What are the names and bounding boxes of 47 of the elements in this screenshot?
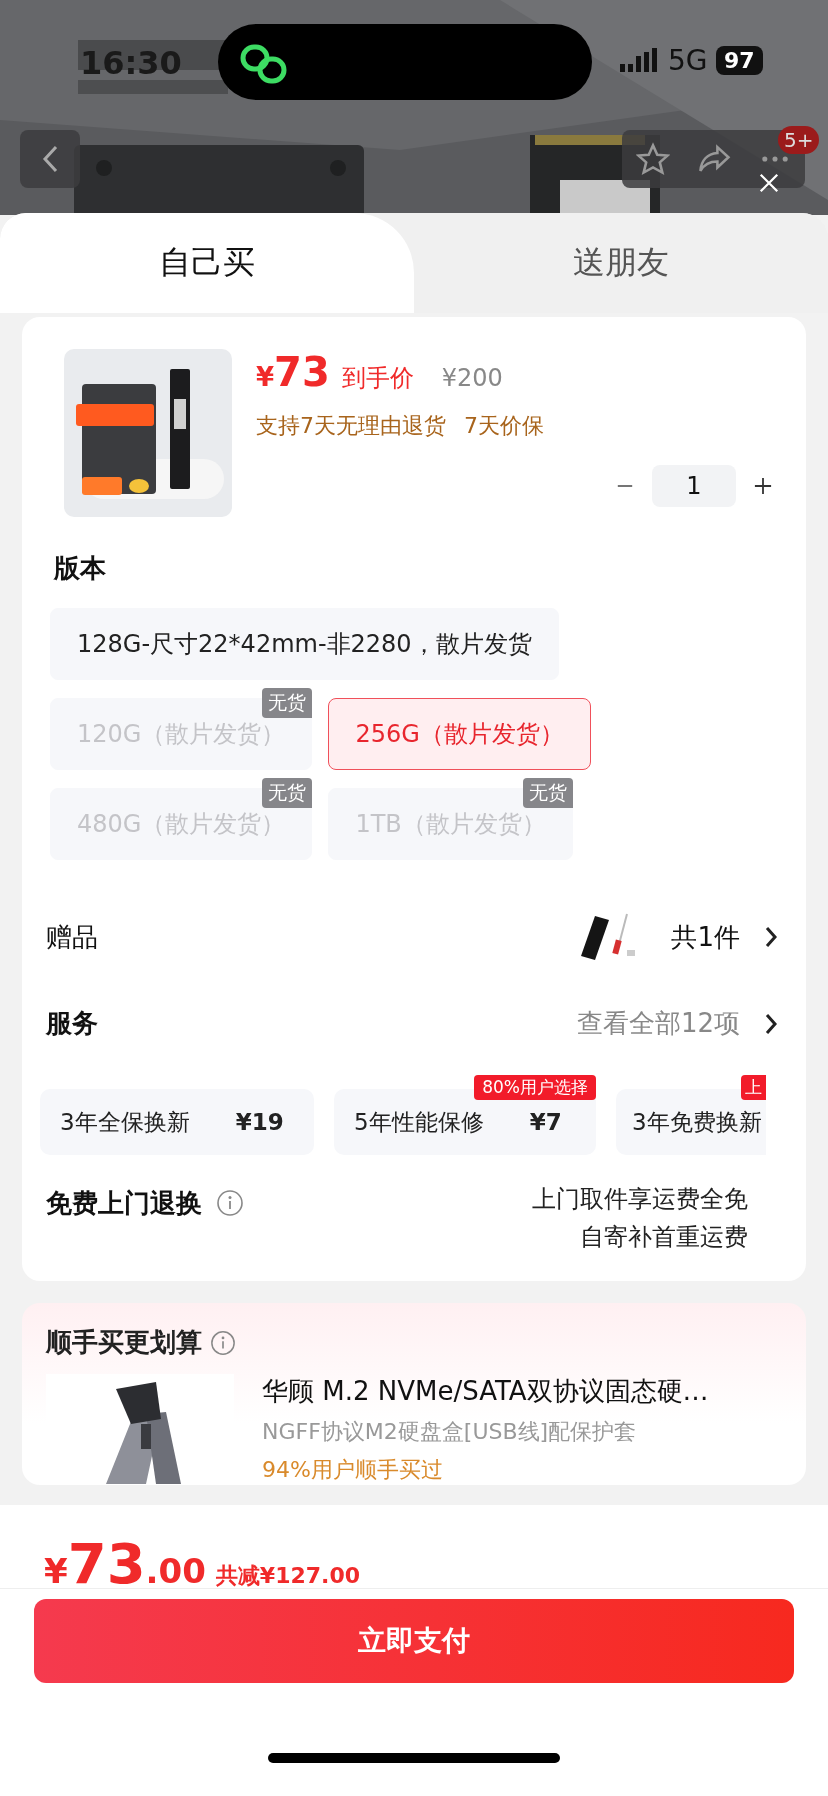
info-icon[interactable]: [216, 1189, 244, 1217]
service-badge: 上: [741, 1075, 766, 1100]
product-title[interactable]: 华顾 M.2 NVMe/SATA双协议固态硬…: [262, 1374, 709, 1409]
link-icon: [240, 44, 288, 84]
row-label: 免费上门退换: [46, 1186, 202, 1220]
star-icon[interactable]: [635, 142, 670, 176]
currency-symbol: ¥: [256, 362, 275, 392]
battery-icon: 97: [716, 46, 763, 75]
promo-text: 支持7天无理由退货: [256, 412, 446, 440]
network-label: 5G: [668, 44, 708, 77]
promo-text: 7天价保: [464, 412, 544, 440]
pay-button[interactable]: 立即支付: [34, 1599, 794, 1683]
discount-text: 共减¥127.00: [215, 1562, 361, 1590]
price-decimals: .00: [145, 1551, 206, 1591]
total-price: 73: [67, 1531, 146, 1596]
product-subtitle: NGFF协议M2硬盘盒[USB线]配保护套: [262, 1418, 638, 1446]
service-badge: 80%用户选择: [474, 1075, 596, 1100]
view-all-link[interactable]: 查看全部12项: [576, 1006, 740, 1041]
shipping-note: 上门取件享运费全免: [532, 1184, 748, 1215]
back-button[interactable]: [20, 130, 80, 188]
price: 73: [274, 349, 330, 395]
out-of-stock-badge: 无货: [262, 688, 313, 718]
section-title: 顺手买更划算: [46, 1326, 202, 1359]
close-icon[interactable]: [758, 172, 780, 194]
chevron-left-icon: [41, 144, 59, 174]
section-title: 版本: [54, 552, 107, 585]
row-label: 赠品: [46, 920, 98, 954]
shipping-note: 自寄补首重运费: [580, 1222, 748, 1253]
quantity-field[interactable]: 1: [652, 465, 736, 507]
gift-count[interactable]: 共1件: [671, 919, 740, 955]
tab[interactable]: 自己买: [0, 213, 414, 313]
original-price: ¥200: [441, 364, 503, 392]
signal-icon: [620, 48, 660, 74]
plus-icon[interactable]: [754, 477, 772, 495]
chevron-right-icon[interactable]: [764, 925, 778, 949]
section-title: 服务: [46, 1007, 98, 1040]
out-of-stock-badge: 无货: [262, 778, 313, 808]
price-label: 到手价: [341, 363, 414, 394]
status-time: 16:30: [80, 44, 182, 82]
info-icon[interactable]: [210, 1329, 236, 1356]
purchase-note: 94%用户顺手买过: [262, 1456, 444, 1484]
service-option[interactable]: 3年全保换新 ¥19: [40, 1089, 314, 1155]
option-chip[interactable]: 256G（散片发货）: [328, 698, 591, 770]
option-chip[interactable]: 128G-尺寸22*42mm-非2280，散片发货: [50, 608, 559, 680]
chevron-right-icon[interactable]: [764, 1011, 778, 1036]
currency-symbol: ¥: [44, 1551, 68, 1591]
out-of-stock-badge: 无货: [522, 778, 573, 808]
